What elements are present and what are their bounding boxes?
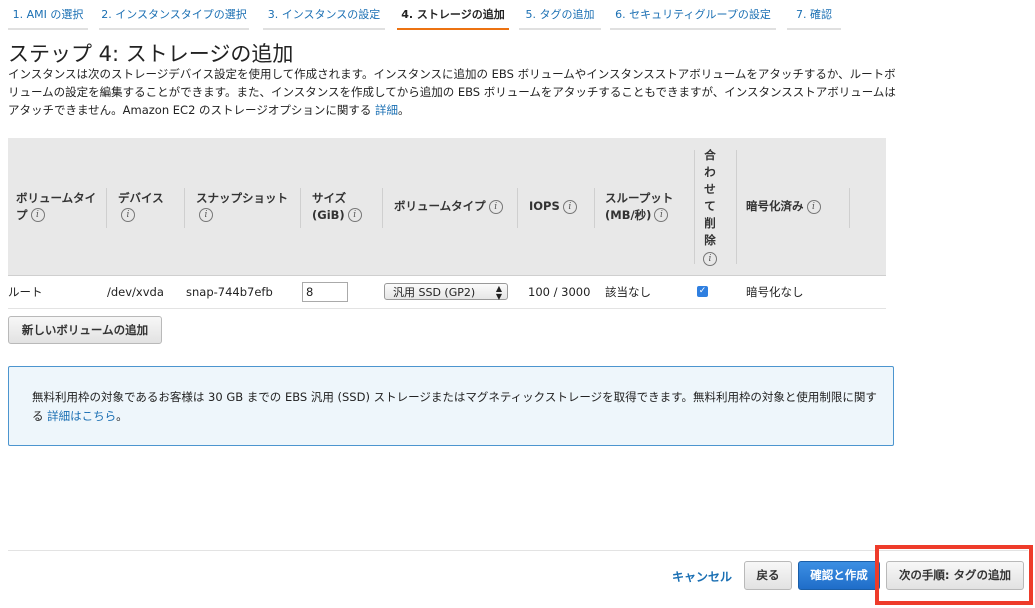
col-snapshot-label: スナップショット xyxy=(196,190,288,205)
info-icon[interactable]: i xyxy=(562,199,577,214)
column-divider xyxy=(736,150,737,264)
cell-device: /dev/xvda xyxy=(107,285,164,299)
column-divider xyxy=(382,188,383,228)
back-button[interactable]: 戻る xyxy=(744,561,792,590)
description-text: インスタンスは次のストレージデバイス設定を使用して作成されます。インスタンスに追… xyxy=(8,67,896,117)
page-title: ステップ 4: ストレージの追加 xyxy=(8,42,294,66)
column-divider xyxy=(300,188,301,228)
notice-body: 無料利用枠の対象であるお客様は 30 GB までの EBS 汎用 (SSD) ス… xyxy=(32,390,877,423)
col-volume-type: ボリュームタイプ i xyxy=(16,138,106,275)
page-description: インスタンスは次のストレージデバイス設定を使用して作成されます。インスタンスに追… xyxy=(8,65,898,119)
column-divider xyxy=(594,188,595,228)
table-row: ルート /dev/xvda snap-744b7efb 8 汎用 SSD (GP… xyxy=(8,276,886,309)
col-delete-on-termination: 合わせて削除 i xyxy=(701,138,721,275)
free-tier-notice: 無料利用枠の対象であるお客様は 30 GB までの EBS 汎用 (SSD) ス… xyxy=(8,366,894,446)
col-device-label: デバイス xyxy=(118,190,164,205)
column-divider xyxy=(106,188,107,228)
cell-snapshot: snap-744b7efb xyxy=(186,285,273,299)
column-divider xyxy=(849,188,850,228)
step-add-storage[interactable]: 4. ストレージの追加 xyxy=(397,0,509,30)
info-icon[interactable]: i xyxy=(121,208,135,222)
column-divider xyxy=(517,188,518,228)
notice-details-link[interactable]: 詳細はこちら xyxy=(47,409,116,423)
volume-type-select[interactable]: 汎用 SSD (GP2) ▲ ▼ xyxy=(384,283,508,301)
col-encrypted: 暗号化済み i xyxy=(746,138,856,275)
cell-iops: 100 / 3000 xyxy=(528,285,591,299)
info-icon[interactable]: i xyxy=(488,199,503,214)
info-icon[interactable]: i xyxy=(199,208,213,222)
step-instance-type[interactable]: 2. インスタンスタイプの選択 xyxy=(99,0,249,30)
col-size: サイズ (GiB) i xyxy=(312,138,374,275)
step-add-tags[interactable]: 5. タグの追加 xyxy=(519,0,601,30)
info-icon[interactable]: i xyxy=(654,208,669,222)
delete-on-termination-checkbox[interactable]: ✓ xyxy=(697,286,708,297)
info-icon[interactable]: i xyxy=(30,208,45,222)
col-volume-kind: ボリュームタイプ i xyxy=(394,138,504,275)
highlight-box xyxy=(875,545,1033,605)
col-iops-label: IOPS xyxy=(529,199,560,213)
col-volume-kind-label: ボリュームタイプ xyxy=(394,199,486,213)
wizard-steps: 1. AMI の選択 2. インスタンスタイプの選択 3. インスタンスの設定 … xyxy=(0,0,1035,32)
step-review[interactable]: 7. 確認 xyxy=(787,0,841,30)
table-header: ボリュームタイプ i デバイスi スナップショットi サイズ (GiB) i ボリュ… xyxy=(8,138,886,276)
cancel-link[interactable]: キャンセル xyxy=(672,568,732,585)
size-input[interactable]: 8 xyxy=(302,282,348,302)
cell-encrypted: 暗号化なし xyxy=(746,285,804,299)
col-device: デバイス i xyxy=(118,138,178,275)
info-icon[interactable]: i xyxy=(703,251,717,266)
review-and-launch-button[interactable]: 確認と作成 xyxy=(798,561,880,590)
col-snapshot: スナップショット i xyxy=(196,138,292,275)
cell-volume-type: ルート xyxy=(8,285,43,299)
col-volume-type-label: ボリュームタイプ xyxy=(16,190,97,222)
col-throughput: スループット (MB/秒) i xyxy=(605,138,677,275)
notice-end: 。 xyxy=(116,409,128,423)
step-security-group[interactable]: 6. セキュリティグループの設定 xyxy=(610,0,776,30)
select-arrows-icon: ▲ ▼ xyxy=(495,284,502,301)
column-divider xyxy=(184,188,185,228)
description-end: 。 xyxy=(397,103,410,117)
step-ami[interactable]: 1. AMI の選択 xyxy=(8,0,88,30)
info-icon[interactable]: i xyxy=(806,199,821,214)
notice-text: 無料利用枠の対象であるお客様は 30 GB までの EBS 汎用 (SSD) ス… xyxy=(32,388,877,426)
col-delete-label: 合わせて削除 xyxy=(704,148,716,247)
details-link[interactable]: 詳細 xyxy=(375,103,398,117)
col-size-label: サイズ (GiB) xyxy=(312,190,347,222)
info-icon[interactable]: i xyxy=(347,208,362,222)
col-encrypted-label: 暗号化済み xyxy=(746,199,804,213)
add-volume-button[interactable]: 新しいボリュームの追加 xyxy=(8,316,162,344)
column-divider xyxy=(694,150,695,264)
step-configure-instance[interactable]: 3. インスタンスの設定 xyxy=(263,0,385,30)
volume-type-value: 汎用 SSD (GP2) xyxy=(393,286,476,299)
cell-throughput: 該当なし xyxy=(605,285,651,299)
storage-table: ボリュームタイプ i デバイスi スナップショットi サイズ (GiB) i ボリュ… xyxy=(8,138,886,309)
ec2-launch-wizard: 1. AMI の選択 2. インスタンスタイプの選択 3. インスタンスの設定 … xyxy=(0,0,1035,608)
col-iops: IOPS i xyxy=(529,138,587,275)
